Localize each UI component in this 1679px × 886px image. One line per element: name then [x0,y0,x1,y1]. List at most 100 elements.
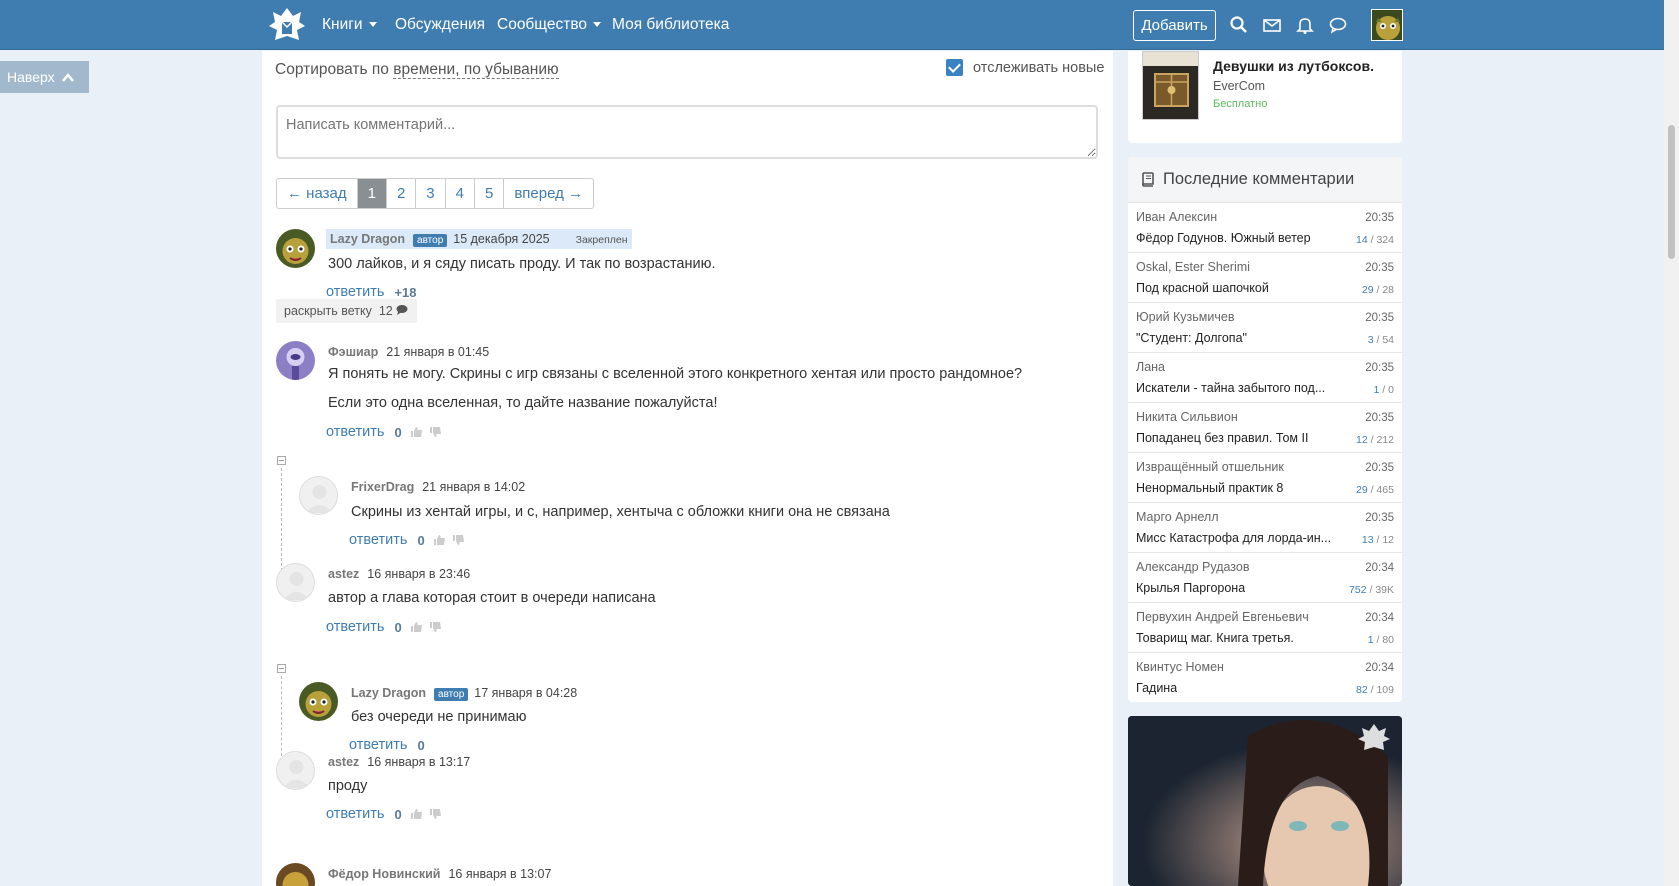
comment-item: FrixerDrag 21 января в 14:02 Скрины из хе… [299,476,1089,576]
recent-comment-item[interactable]: Лана 20:35 Искатели - тайна забытого под..… [1128,353,1402,403]
thumb-up-icon[interactable] [410,426,423,438]
comment-author[interactable]: Lazy Dragon [351,686,426,700]
comment-author[interactable]: Фэшиар [328,345,378,359]
bell-icon[interactable] [1295,15,1315,35]
avatar[interactable] [299,476,338,515]
top-navbar: Книги Обсуждения Сообщество Моя библиоте… [0,0,1664,50]
mail-icon[interactable] [1262,15,1282,35]
featured-book-card[interactable]: Девушки из лутбоксов. EverCom Бесплатно [1128,51,1402,143]
avatar[interactable] [299,682,338,721]
thumb-down-icon[interactable] [452,534,465,546]
thumb-down-icon[interactable] [429,808,442,820]
avatar[interactable] [276,563,315,602]
pagination-page-4[interactable]: 4 [446,179,475,208]
recent-comment-item[interactable]: Квинтус Номен 20:34 Гадина 82 / 109 [1128,653,1402,702]
comment-header: astez 16 января в 13:17 [328,755,470,769]
reply-button[interactable]: ответить [326,619,384,635]
comment-date: 17 января в 04:28 [474,686,578,700]
comment-item: Lazy Dragon автор 17 января в 04:28 без оч… [299,682,1089,762]
pagination-prev[interactable]: ← назад [277,179,358,208]
recent-comment-item[interactable]: Александр Рудазов 20:34 Крылья Паргорона 75… [1128,553,1402,603]
thumb-up-icon[interactable] [410,621,423,633]
comment-text: Я понять не могу. Скрины с игр связаны с… [328,366,1023,382]
comment-input[interactable] [276,105,1098,159]
comment-author[interactable]: Фёдор Новинский [328,867,440,881]
recent-comments-widget: Последние комментарии Иван Алексин 20:35 Ф… [1128,157,1402,702]
sort-option-link[interactable]: времени, по убыванию [393,61,559,79]
pagination-page-3[interactable]: 3 [416,179,446,208]
thumb-down-icon[interactable] [429,621,442,633]
collapse-thread-toggle[interactable] [277,664,286,673]
book-author[interactable]: EverCom [1213,79,1265,93]
comment-header: Lazy Dragon автор 17 января в 04:28 [351,686,578,701]
recent-comment-item[interactable]: Oskal, Ester Sherimi 20:35 Под красной шап… [1128,253,1402,303]
comment-author[interactable]: astez [328,567,359,581]
collapse-thread-toggle[interactable] [277,456,286,465]
recent-comment-item[interactable]: Извращённый отшельник 20:35 Ненормальный п… [1128,453,1402,503]
nav-discussions[interactable]: Обсуждения [395,16,485,34]
reply-button[interactable]: ответить [326,284,384,300]
user-avatar[interactable] [1371,9,1403,41]
thumb-up-icon[interactable] [433,534,446,546]
chevron-down-icon [368,22,377,28]
avatar[interactable] [276,341,315,380]
comment-text: 300 лайков, и я сяду писать проду. И так… [328,256,716,272]
pagination-next[interactable]: вперед → [504,179,593,208]
comment-date: 16 января в 23:46 [367,567,471,581]
add-button[interactable]: Добавить [1133,10,1216,41]
pagination-page-2[interactable]: 2 [387,179,417,208]
promo-banner[interactable] [1128,716,1402,886]
comment-score: 0 [394,806,402,822]
nav-books[interactable]: Книги [322,16,377,34]
nav-community[interactable]: Сообщество [497,16,602,34]
reply-button[interactable]: ответить [326,806,384,822]
comment-actions: ответить 0 [349,532,471,548]
avatar[interactable] [276,863,315,886]
book-icon [1142,172,1154,187]
expand-thread-button[interactable]: раскрыть ветку 12 [276,299,418,323]
comment-header: Lazy Dragon автор 15 декабря 2025 Закреплен [326,229,632,249]
book-title[interactable]: Девушки из лутбоксов. [1213,58,1374,74]
search-icon[interactable] [1229,15,1249,35]
recent-comment-item[interactable]: Иван Алексин 20:35 Фёдор Годунов. Южный ве… [1128,203,1402,253]
site-logo-icon[interactable] [267,6,307,44]
scroll-top-button[interactable]: Наверх [0,61,89,93]
page-scrollbar[interactable] [1664,0,1679,886]
pagination-page-1[interactable]: 1 [357,179,387,208]
recent-comment-item[interactable]: Первухин Андрей Евгеньевич 20:34 Товарищ м… [1128,603,1402,653]
reply-button[interactable]: ответить [349,532,407,548]
comment-author[interactable]: astez [328,755,359,769]
chat-icon[interactable] [1328,15,1348,35]
comment-author[interactable]: FrixerDrag [351,480,414,494]
comment-author[interactable]: Lazy Dragon [330,232,405,246]
thread-line [281,468,282,571]
avatar[interactable] [276,751,315,790]
comment-item: Фэшиар 21 января в 01:45 Я понять не могу… [276,341,1096,441]
comment-header: astez 16 января в 23:46 [328,567,470,581]
nav-my-library[interactable]: Моя библиотека [612,16,729,34]
comment-actions: ответить 0 [326,806,448,822]
track-new-toggle[interactable]: отслеживать новые [946,59,1104,76]
avatar[interactable] [276,229,315,268]
comment-date: 21 января в 01:45 [386,345,490,359]
comment-text: Скрины из хентай игры, и с, например, хе… [351,504,890,520]
thumb-up-icon[interactable] [410,808,423,820]
comment-text: без очереди не принимаю [351,709,527,725]
promo-banner-image [1128,716,1402,886]
comment-score: 0 [417,532,425,548]
comment-item: astez 16 января в 13:17 проду ответить 0 [276,751,1096,831]
recent-comment-item[interactable]: Марго Арнелл 20:35 Мисс Катастрофа для лор… [1128,503,1402,553]
track-new-checkbox[interactable] [946,59,963,76]
comment-date: 16 января в 13:07 [448,867,552,881]
recent-comment-item[interactable]: Юрий Кузьмичев 20:35 "Студент: Долгопа" 3 /… [1128,303,1402,353]
comment-text: проду [328,778,368,794]
recent-comment-item[interactable]: Никита Сильвион 20:35 Попаданец без правил… [1128,403,1402,453]
reply-button[interactable]: ответить [326,424,384,440]
comment-score: +18 [394,284,417,300]
scrollbar-thumb[interactable] [1668,125,1675,259]
book-cover[interactable] [1142,51,1199,120]
comment-item: Фёдор Новинский 16 января в 13:07 [276,863,1096,886]
pagination-page-5[interactable]: 5 [475,179,505,208]
track-new-label: отслеживать новые [973,59,1105,76]
thumb-down-icon[interactable] [429,426,442,438]
